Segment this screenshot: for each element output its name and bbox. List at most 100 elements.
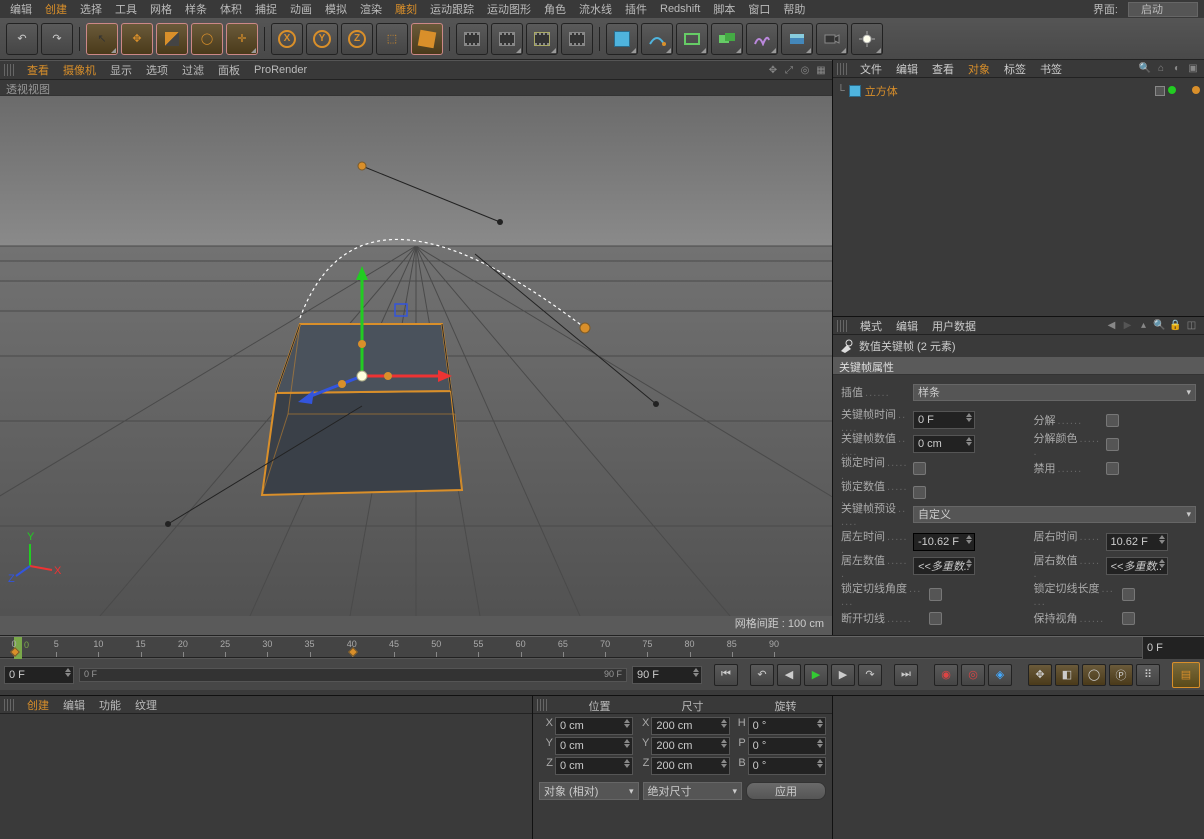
redo-button[interactable]	[41, 23, 73, 55]
fwd-icon[interactable]: ▶	[1121, 319, 1134, 332]
menu-item[interactable]: 脚本	[707, 0, 741, 18]
coord-system2[interactable]	[411, 23, 443, 55]
menu-item[interactable]: 运动图形	[481, 0, 537, 18]
break-checkbox[interactable]	[1106, 414, 1119, 427]
menu-item[interactable]: 网格	[144, 0, 178, 18]
next-key[interactable]: ↷	[858, 664, 882, 686]
mat-menu-item[interactable]: 创建	[20, 696, 56, 714]
mat-menu-item[interactable]: 编辑	[56, 696, 92, 714]
add-camera[interactable]	[816, 23, 848, 55]
tlen-checkbox[interactable]	[1122, 588, 1135, 601]
menu-item[interactable]: 帮助	[777, 0, 811, 18]
vp-zoom-icon[interactable]: ⤢	[782, 63, 796, 77]
coord-field[interactable]: 0 °	[748, 737, 826, 755]
menu-item[interactable]: 窗口	[742, 0, 776, 18]
obj-menu-item[interactable]: 编辑	[889, 60, 925, 78]
tag-icon[interactable]	[1192, 86, 1200, 94]
coord-field[interactable]: 0 cm	[555, 717, 633, 735]
render-settings[interactable]	[561, 23, 593, 55]
back-icon[interactable]: ◀	[1105, 319, 1118, 332]
timeline-ruler[interactable]: (function(){var d=JSON.parse(document.ge…	[0, 636, 1204, 658]
menu-item[interactable]: 渲染	[354, 0, 388, 18]
vis-dot[interactable]	[1168, 86, 1176, 94]
play-button[interactable]: ▶	[804, 664, 828, 686]
render-region[interactable]	[526, 23, 558, 55]
frame-field[interactable]: 0 F	[1142, 637, 1204, 659]
up-icon[interactable]: ▴	[1137, 319, 1150, 332]
lval-field[interactable]: <<多重数..	[913, 557, 975, 575]
size-mode-dropdown[interactable]: 绝对尺寸	[643, 782, 743, 800]
x-axis-lock[interactable]: X	[271, 23, 303, 55]
coord-field[interactable]: 200 cm	[651, 737, 729, 755]
interp-dropdown[interactable]: 样条	[913, 384, 1196, 401]
y-axis-lock[interactable]: Y	[306, 23, 338, 55]
z-axis-lock[interactable]: Z	[341, 23, 373, 55]
obj-menu-item[interactable]: 文件	[853, 60, 889, 78]
locktime-checkbox[interactable]	[913, 462, 926, 475]
menu-item[interactable]: 角色	[538, 0, 572, 18]
scale-tool[interactable]	[156, 23, 188, 55]
end-field[interactable]: 90 F	[632, 666, 702, 684]
coord-field[interactable]: 200 cm	[651, 717, 729, 735]
rotate-tool[interactable]	[191, 23, 223, 55]
add-deformer[interactable]	[746, 23, 778, 55]
vp-layout-icon[interactable]: ▦	[814, 63, 828, 77]
last-tool[interactable]	[226, 23, 258, 55]
timeline-window[interactable]: ▤	[1172, 662, 1200, 688]
attr-tab[interactable]: 关键帧属性	[833, 357, 1204, 375]
goto-start[interactable]: ⏮	[714, 664, 738, 686]
breakcolor-checkbox[interactable]	[1106, 438, 1119, 451]
vp-menu-item[interactable]: 面板	[211, 61, 247, 79]
mat-menu-item[interactable]: 纹理	[128, 696, 164, 714]
goto-end[interactable]: ⏭	[894, 664, 918, 686]
vp-menu-item[interactable]: 摄像机	[56, 61, 103, 79]
prev-key[interactable]: ↶	[750, 664, 774, 686]
key-pla[interactable]: ⠿	[1136, 664, 1160, 686]
render-view[interactable]	[456, 23, 488, 55]
obj-menu-item[interactable]: 书签	[1033, 60, 1069, 78]
coord-mode-dropdown[interactable]: 对象 (相对)	[539, 782, 639, 800]
expand-icon[interactable]: ▣	[1186, 62, 1200, 76]
menu-item[interactable]: 运动跟踪	[424, 0, 480, 18]
record-key[interactable]: ◉	[934, 664, 958, 686]
obj-menu-item[interactable]: 查看	[925, 60, 961, 78]
tree-item-cube[interactable]: └ 立方体	[837, 82, 1200, 100]
search-icon[interactable]: 🔍	[1138, 62, 1152, 76]
vp-rotate-icon[interactable]: ◎	[798, 63, 812, 77]
attr-menu-item[interactable]: 模式	[853, 317, 889, 335]
object-tree[interactable]: └ 立方体	[833, 78, 1204, 316]
coord-field[interactable]: 0 °	[748, 717, 826, 735]
next-frame[interactable]: ▶	[831, 664, 855, 686]
menu-item[interactable]: 选择	[74, 0, 108, 18]
vp-menu-item[interactable]: 显示	[103, 61, 139, 79]
undo-button[interactable]	[6, 23, 38, 55]
keepv-checkbox[interactable]	[1122, 612, 1135, 625]
eye-icon[interactable]: ◐	[1170, 62, 1184, 76]
start-field[interactable]: 0 F	[4, 666, 74, 684]
obj-menu-item[interactable]: 对象	[961, 60, 997, 78]
coord-field[interactable]: 200 cm	[651, 757, 729, 775]
menu-item[interactable]: 捕捉	[249, 0, 283, 18]
menu-item[interactable]: 动画	[284, 0, 318, 18]
disable-checkbox[interactable]	[1106, 462, 1119, 475]
autokey[interactable]: ◎	[961, 664, 985, 686]
coord-system[interactable]	[376, 23, 408, 55]
attr-menu-item[interactable]: 编辑	[889, 317, 925, 335]
vp-menu-item[interactable]: ProRender	[247, 63, 314, 77]
add-generator[interactable]	[676, 23, 708, 55]
obj-menu-item[interactable]: 标签	[997, 60, 1033, 78]
key-rot[interactable]: ◯	[1082, 664, 1106, 686]
add-environment[interactable]	[781, 23, 813, 55]
ltime-field[interactable]: -10.62 F	[913, 533, 975, 551]
rval-field[interactable]: <<多重数..	[1106, 557, 1168, 575]
add-spline[interactable]	[641, 23, 673, 55]
object-name[interactable]: 立方体	[865, 83, 898, 99]
tang-checkbox[interactable]	[929, 588, 942, 601]
menu-item[interactable]: 体积	[214, 0, 248, 18]
brkt-checkbox[interactable]	[929, 612, 942, 625]
move-tool[interactable]	[121, 23, 153, 55]
menu-item[interactable]: 工具	[109, 0, 143, 18]
lock-icon[interactable]: 🔒	[1169, 319, 1182, 332]
keyframe-options[interactable]: ◈	[988, 664, 1012, 686]
layout-dropdown[interactable]: 启动	[1128, 2, 1198, 17]
